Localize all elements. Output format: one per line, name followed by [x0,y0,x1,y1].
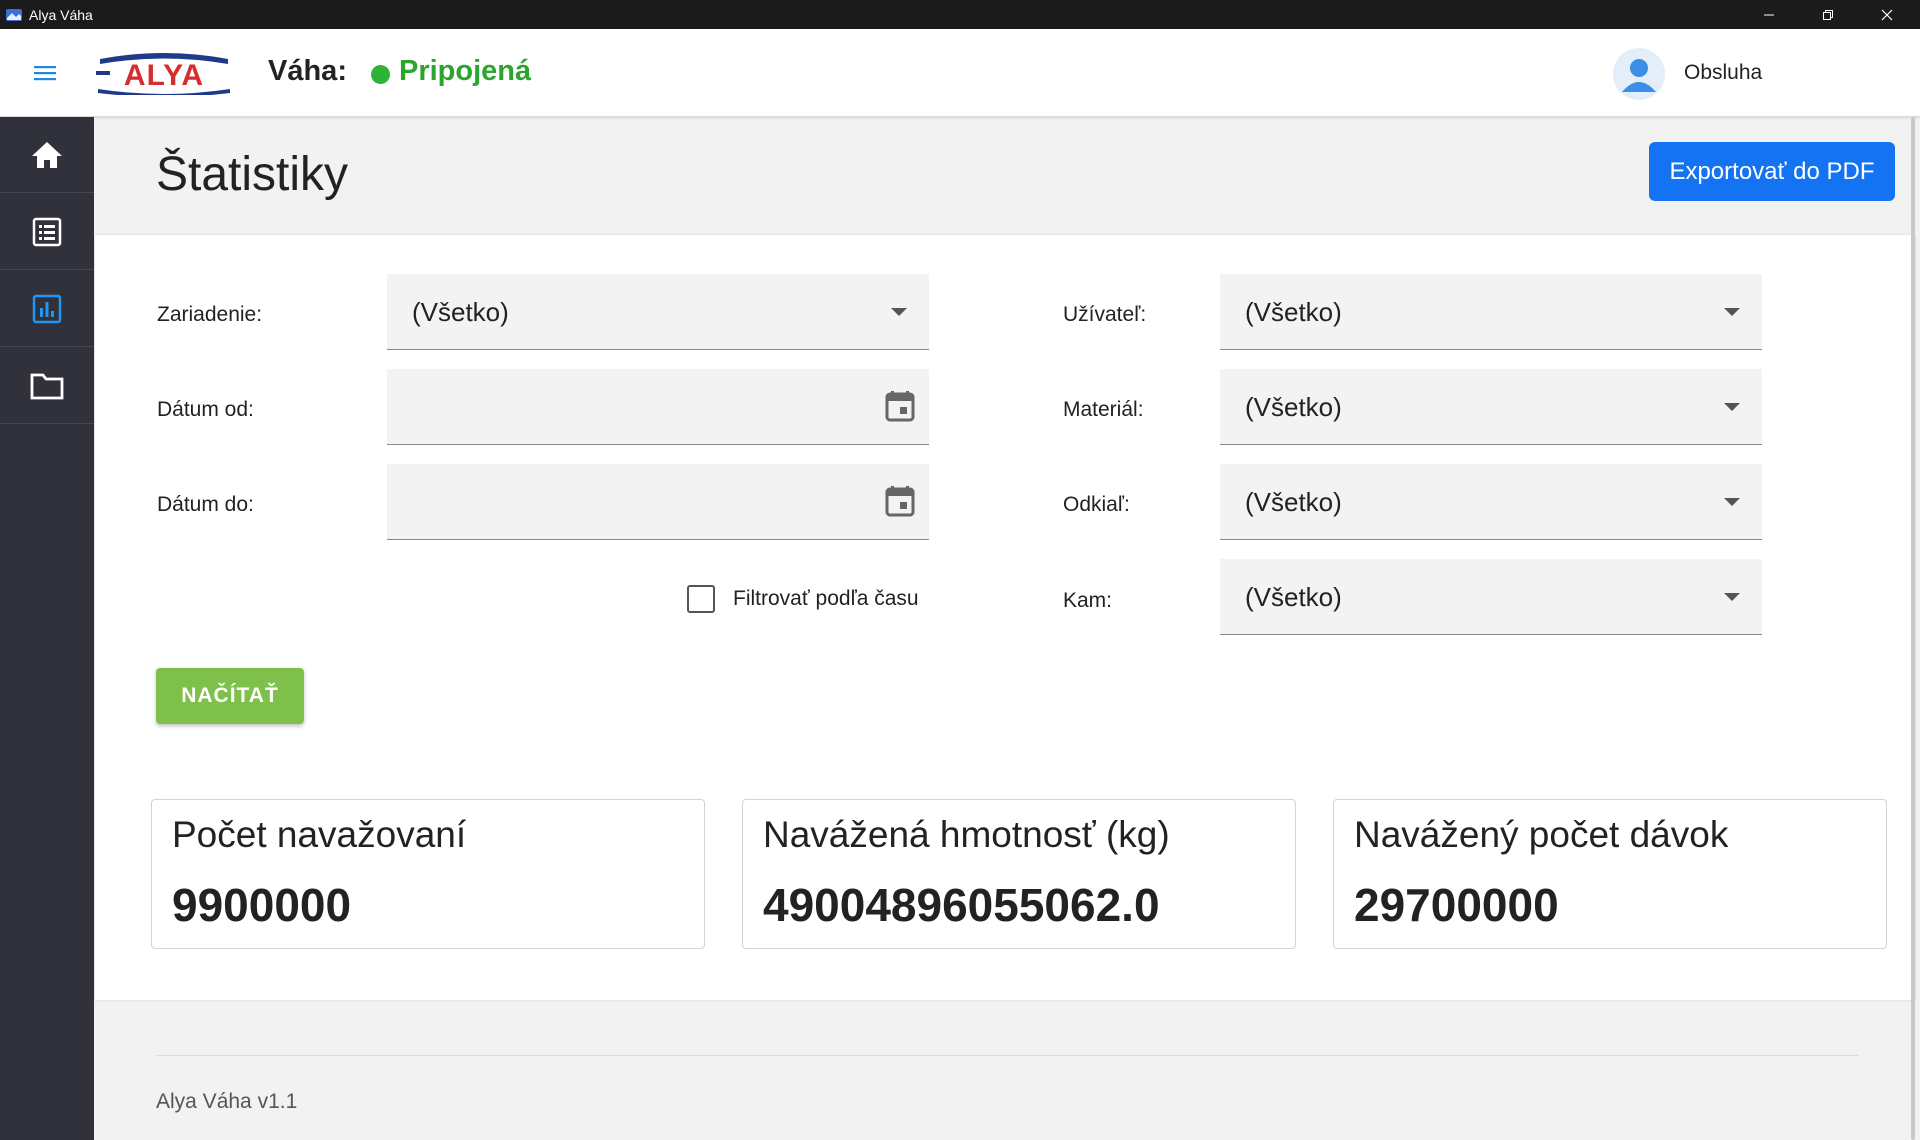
sidebar [0,117,94,1140]
home-icon [32,141,62,168]
svg-text:ALYA: ALYA [124,59,204,92]
user-avatar[interactable] [1613,48,1665,100]
source-select-value: (Všetko) [1245,487,1342,517]
stat-title: Navážený počet dávok [1354,814,1729,855]
footer-divider [156,1055,1858,1056]
device-label: Zariadenie: [157,303,263,326]
chevron-down-icon [1724,593,1740,601]
calendar-icon[interactable] [885,485,915,517]
destination-label: Kam: [1063,589,1113,612]
date-to-label: Dátum do: [157,493,254,516]
time-filter-label[interactable]: Filtrovať podľa času [733,587,919,611]
user-select-value: (Všetko) [1245,297,1342,327]
restore-button[interactable] [1799,0,1857,29]
window-titlebar: Alya Váha [0,0,1920,29]
sidebar-item-files[interactable] [0,348,94,424]
material-label: Materiál: [1063,398,1144,421]
stat-card: Navážený počet dávok 29700000 [1333,799,1887,949]
stat-card: Počet navažovaní 9900000 [151,799,705,949]
device-select-value: (Všetko) [412,297,509,327]
list-icon [32,217,62,246]
sidebar-item-statistics[interactable] [0,271,94,347]
restore-icon [1823,9,1833,20]
hamburger-menu-icon[interactable] [34,63,58,83]
sidebar-item-home[interactable] [0,117,94,193]
stat-title: Navážená hmotnosť (kg) [763,814,1170,855]
close-icon [1881,9,1893,20]
folder-icon [30,373,64,399]
source-select[interactable]: (Všetko) [1220,464,1762,540]
chevron-down-icon [1724,403,1740,411]
material-select-value: (Všetko) [1245,392,1342,422]
app-version: Alya Váha v1.1 [156,1090,298,1113]
calendar-icon[interactable] [885,390,915,422]
export-pdf-button[interactable]: Exportovať do PDF [1649,142,1895,201]
connection-status-dot [371,65,390,84]
material-select[interactable]: (Všetko) [1220,369,1762,445]
app-icon [6,8,22,21]
source-label: Odkiaľ: [1063,493,1130,516]
user-select[interactable]: (Všetko) [1220,274,1762,350]
scale-label: Váha: [268,55,347,87]
device-select[interactable]: (Všetko) [387,274,929,350]
destination-select-value: (Všetko) [1245,582,1342,612]
stat-card: Navážená hmotnosť (kg) 49004896055062.0 [742,799,1296,949]
chevron-down-icon [891,308,907,316]
app-header: ALYA Váha: Pripojená Obsluha [0,29,1920,117]
minimize-button[interactable] [1740,0,1798,29]
user-name[interactable]: Obsluha [1684,61,1762,85]
alya-logo: ALYA [96,49,232,95]
stat-title: Počet navažovaní [172,814,467,855]
stat-value: 29700000 [1354,879,1559,931]
sidebar-item-list[interactable] [0,194,94,270]
window-title: Alya Váha [29,6,93,23]
stat-value: 9900000 [172,879,352,931]
date-from-label: Dátum od: [157,398,254,421]
time-filter-checkbox[interactable] [687,585,715,613]
user-label: Užívateľ: [1063,303,1147,326]
destination-select[interactable]: (Všetko) [1220,559,1762,635]
close-button[interactable] [1858,0,1916,29]
scrollbar[interactable] [1911,117,1915,1140]
connection-status: Pripojená [399,55,532,87]
user-icon [1622,59,1656,92]
minimize-icon [1764,14,1774,15]
stat-value: 49004896055062.0 [763,879,1160,931]
chevron-down-icon [1724,498,1740,506]
date-from-field[interactable] [387,369,929,445]
page-title: Štatistiky [156,148,349,201]
chevron-down-icon [1724,308,1740,316]
load-button[interactable]: NAČÍTAŤ [156,668,304,724]
chart-icon [32,294,62,323]
date-to-field[interactable] [387,464,929,540]
